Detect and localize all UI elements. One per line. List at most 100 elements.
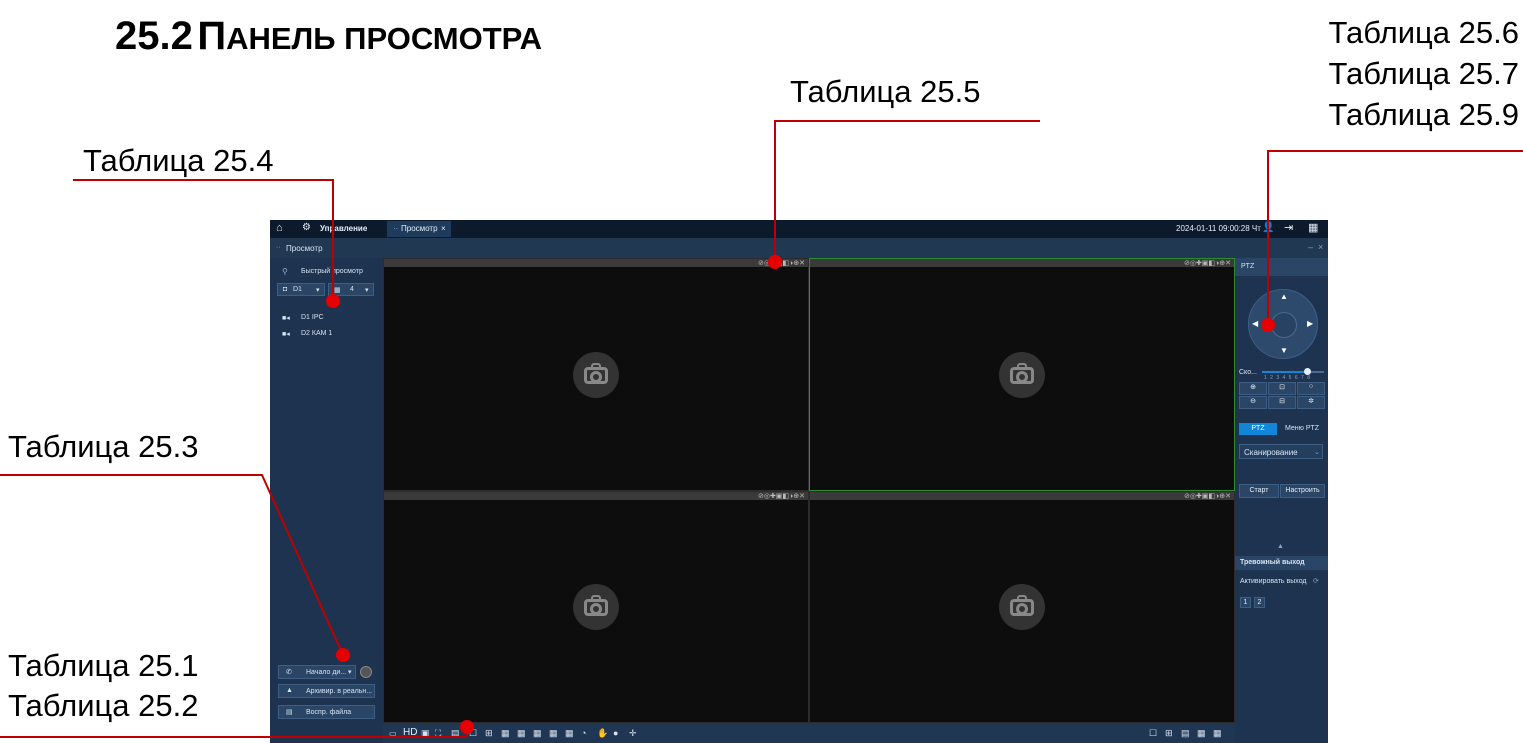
layout-6-icon[interactable]: ▦ bbox=[501, 728, 510, 739]
camera-placeholder-icon bbox=[999, 584, 1045, 630]
alarm-output-2[interactable]: 2 bbox=[1254, 597, 1265, 608]
fullscreen-icon[interactable]: ⛶ bbox=[435, 728, 441, 739]
focus-far-button[interactable]: ⊟ bbox=[1268, 396, 1296, 409]
warning-icon: ▲ bbox=[286, 687, 293, 694]
aspect-icon[interactable]: ▭ bbox=[389, 729, 397, 738]
layout-8-icon[interactable]: ▦ bbox=[517, 728, 526, 739]
speed-slider-thumb[interactable] bbox=[1303, 368, 1311, 375]
focus-near-button[interactable]: ⊡ bbox=[1268, 382, 1296, 395]
ref-table-25-1: Таблица 25.1 bbox=[8, 648, 199, 683]
view-quad-icon[interactable]: ⊞ bbox=[1165, 728, 1173, 739]
ptz-direction-wheel[interactable]: ▲ ▼ ◀ ▶ bbox=[1248, 289, 1318, 359]
gear-icon[interactable]: ⚙ bbox=[302, 222, 311, 233]
mic-icon[interactable]: ● bbox=[613, 728, 618, 738]
video-cell-selected[interactable]: ⊘◎✚▣◧◑⊕✕ bbox=[809, 258, 1235, 491]
section-heading: 25.2 Панель просмотра bbox=[115, 14, 542, 59]
left-panel: ⚲ Быстрый просмотр ◘ D1 ▾ ▦ 4 ▾ ■◂ D1 IP… bbox=[270, 258, 383, 743]
video-grid: ⊘◎✚▣◧◑⊕✕ ⊘◎✚▣◧◑⊕✕ ⊘◎✚▣◧◑⊕✕ ⊘◎✚▣◧◑⊕✕ bbox=[383, 258, 1235, 723]
layout-select[interactable]: ▦ 4 ▾ bbox=[328, 283, 374, 296]
ref-table-25-2: Таблица 25.2 bbox=[8, 688, 199, 723]
layout-25-icon[interactable]: ▦ bbox=[565, 728, 574, 739]
layout-9-icon[interactable]: ▦ bbox=[533, 728, 542, 739]
list-item[interactable]: ■◂ D1 IPC bbox=[282, 314, 377, 326]
user-icon[interactable]: 👤 bbox=[1262, 222, 1274, 233]
preview-icon: ·· bbox=[276, 244, 281, 251]
ref-table-25-7: Таблица 25.7 bbox=[1328, 56, 1520, 91]
channel-select[interactable]: ◘ D1 ▾ bbox=[277, 283, 325, 296]
chevron-down-icon: ▾ bbox=[365, 287, 369, 294]
arrow-right-icon[interactable]: ▶ bbox=[1307, 319, 1313, 328]
bottom-toolbar: ▭ HD ▣ ⛶ ▤ ☐ ⊞ ▦ ▦ ▦ ▦ ▦ ◔ ✋ ● ✛ ☐ ⊞ ▤ ▦… bbox=[383, 723, 1235, 743]
volume-icon[interactable]: ◔ bbox=[581, 728, 586, 738]
zoom-in-button[interactable]: ⊕ bbox=[1239, 382, 1267, 395]
iris-close-button[interactable]: ✲ bbox=[1297, 396, 1325, 409]
hand-icon[interactable]: ✋ bbox=[597, 728, 608, 739]
view-split-icon[interactable]: ▤ bbox=[1181, 728, 1190, 739]
quick-view-label: Быстрый просмотр bbox=[301, 268, 363, 275]
zoom-out-button[interactable]: ⊖ bbox=[1239, 396, 1267, 409]
view-sixteen-icon[interactable]: ▦ bbox=[1213, 728, 1222, 739]
layout-value: 4 bbox=[350, 286, 354, 293]
start-button[interactable]: Старт bbox=[1239, 484, 1279, 498]
chevron-down-icon: ⌄ bbox=[1314, 449, 1320, 456]
ptz-mode-select[interactable]: Сканирование ⌄ bbox=[1239, 444, 1323, 459]
list-item[interactable]: ■◂ D2 КАМ 1 bbox=[282, 330, 377, 342]
arrow-left-icon[interactable]: ◀ bbox=[1252, 319, 1258, 328]
iris-open-icon: ○ bbox=[1308, 383, 1314, 390]
collapse-up-icon[interactable]: ▲ bbox=[1277, 543, 1284, 550]
cell-toolbar-icons[interactable]: ⊘◎✚▣◧◑⊕✕ bbox=[758, 259, 805, 267]
zoom-focus-group: ⊕ ⊡ ○ ⊖ ⊟ ✲ bbox=[1239, 382, 1325, 409]
camera-icon: ■◂ bbox=[282, 315, 290, 322]
view-single-icon[interactable]: ☐ bbox=[1149, 728, 1157, 739]
close-icon[interactable]: × bbox=[1318, 242, 1323, 252]
management-menu[interactable]: Управление bbox=[320, 224, 367, 233]
camera-placeholder-icon bbox=[573, 351, 619, 398]
preview-tab-icon: ·· bbox=[393, 224, 399, 233]
arrow-down-icon[interactable]: ▼ bbox=[1280, 346, 1288, 355]
ptz-panel: PTZ ▲ ▼ ◀ ▶ Ско... 1 2 3 4 5 6 7 8 ⊕ ⊡ ○… bbox=[1235, 258, 1328, 743]
arrow-up-icon[interactable]: ▲ bbox=[1280, 292, 1288, 301]
nvr-app-window: ⌂ ⚙ Управление ·· Просмотр × 2024-01-11 … bbox=[270, 220, 1328, 743]
datetime: 2024-01-11 09:00:28 Чт bbox=[1176, 224, 1261, 233]
tab-ptz-menu-label: Меню PTZ bbox=[1284, 425, 1320, 432]
camera-placeholder-icon bbox=[573, 584, 619, 630]
hd-button[interactable]: HD bbox=[403, 727, 417, 738]
layout-single-icon[interactable]: ☐ bbox=[469, 728, 477, 739]
view-nine-icon[interactable]: ▦ bbox=[1197, 728, 1206, 739]
ptz-mode-value: Сканирование bbox=[1244, 448, 1298, 457]
cell-toolbar-icons[interactable]: ⊘◎✚▣◧◑⊕✕ bbox=[1184, 259, 1231, 267]
archive-realtime-button[interactable]: ▲ Архивир. в реальн... bbox=[278, 684, 375, 698]
minimize-icon[interactable]: – bbox=[1308, 242, 1313, 252]
refresh-icon[interactable]: ⟳ bbox=[1313, 577, 1319, 585]
layout-16-icon[interactable]: ▦ bbox=[549, 728, 558, 739]
cell-toolbar-icons[interactable]: ⊘◎✚▣◧◑⊕✕ bbox=[758, 492, 805, 500]
grid-menu-icon[interactable]: ▦ bbox=[1308, 221, 1318, 234]
cell-toolbar: ⊘◎✚▣◧◑⊕✕ bbox=[384, 259, 808, 267]
tab-ptz-menu[interactable]: Меню PTZ bbox=[1279, 423, 1325, 435]
film-icon: ▤ bbox=[286, 709, 293, 716]
archive-realtime-label: Архивир. в реальн... bbox=[306, 688, 373, 695]
play-file-button[interactable]: ▤ Воспр. файла bbox=[278, 705, 375, 719]
zoom-in-icon: ⊕ bbox=[1250, 384, 1256, 391]
close-tab-icon[interactable]: × bbox=[441, 224, 446, 233]
iris-open-button[interactable]: ○ bbox=[1297, 382, 1325, 395]
video-cell[interactable]: ⊘◎✚▣◧◑⊕✕ bbox=[383, 491, 809, 723]
layout-4-icon[interactable]: ⊞ bbox=[485, 728, 493, 739]
video-cell[interactable]: ⊘◎✚▣◧◑⊕✕ bbox=[383, 258, 809, 491]
tab-preview[interactable]: ·· Просмотр × bbox=[387, 221, 451, 237]
ptz-center-button[interactable] bbox=[1271, 312, 1297, 338]
bitrate-icon[interactable]: ▣ bbox=[421, 728, 430, 739]
cell-toolbar-icons[interactable]: ⊘◎✚▣◧◑⊕✕ bbox=[1184, 492, 1231, 500]
video-cell[interactable]: ⊘◎✚▣◧◑⊕✕ bbox=[809, 491, 1235, 723]
ptz-move-icon[interactable]: ✛ bbox=[629, 728, 637, 739]
logout-icon[interactable]: ⇥ bbox=[1284, 221, 1293, 234]
ref-table-25-6: Таблица 25.6 bbox=[1328, 15, 1520, 50]
alarm-output-1[interactable]: 1 bbox=[1240, 597, 1251, 608]
start-dialog-button[interactable]: ✆ Начало ди... ▾ bbox=[278, 665, 356, 679]
layout-1-icon[interactable]: ▤ bbox=[451, 728, 460, 739]
configure-button[interactable]: Настроить bbox=[1280, 484, 1325, 498]
speed-slider-track[interactable] bbox=[1262, 368, 1324, 375]
home-icon[interactable]: ⌂ bbox=[276, 222, 283, 234]
channel-value: D1 bbox=[293, 286, 302, 293]
tab-ptz[interactable]: PTZ bbox=[1239, 423, 1277, 435]
